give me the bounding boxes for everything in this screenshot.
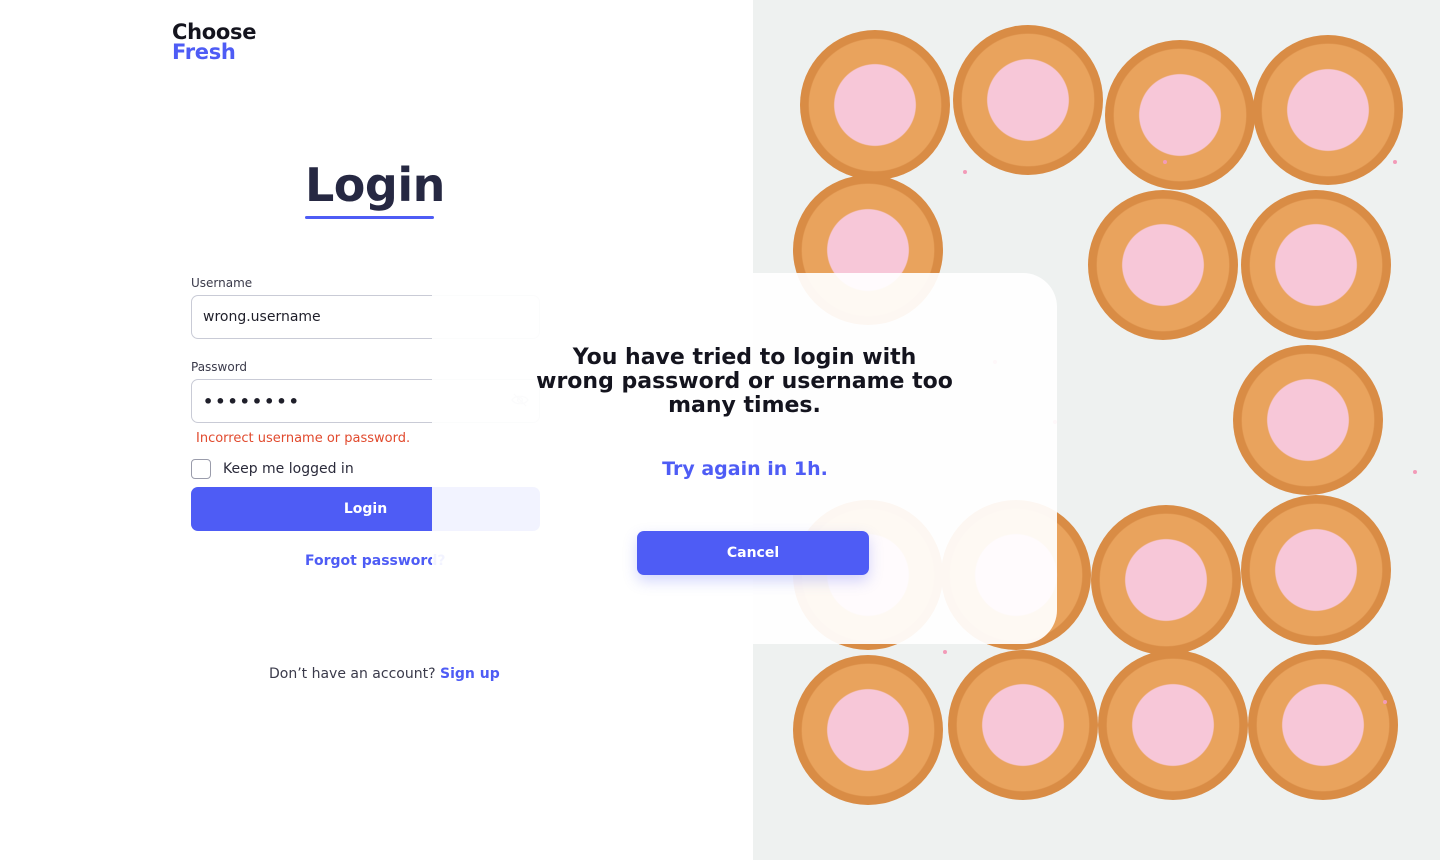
title-underline [305, 216, 434, 219]
cake-image [1253, 35, 1403, 185]
sprinkle [1393, 160, 1397, 164]
retry-timer-text: Try again in 1h. [662, 458, 828, 480]
lockout-message: You have tried to login with wrong passw… [536, 345, 953, 418]
sprinkle [1413, 470, 1417, 474]
cake-image [953, 25, 1103, 175]
sprinkle [1383, 700, 1387, 704]
cake-image [948, 650, 1098, 800]
page-title: Login [305, 158, 445, 212]
cake-image [1098, 650, 1248, 800]
cake-image [793, 655, 943, 805]
brand-logo[interactable]: Choose Fresh [172, 20, 257, 64]
signup-prompt: Don’t have an account? Sign up [269, 666, 500, 682]
cake-image [800, 30, 950, 180]
brand-logo-line2: Fresh [172, 40, 236, 64]
username-label: Username [191, 276, 253, 290]
cancel-button[interactable]: Cancel [637, 531, 869, 575]
cake-image [1091, 505, 1241, 655]
password-label: Password [191, 360, 248, 374]
cake-image [1088, 190, 1238, 340]
remember-me-label[interactable]: Keep me logged in [223, 461, 354, 477]
cake-image [1248, 650, 1398, 800]
login-error-message: Incorrect username or password. [196, 431, 411, 446]
cake-image [1241, 495, 1391, 645]
cake-image [1105, 40, 1255, 190]
cake-image [1241, 190, 1391, 340]
brand-logo-line1: Choose [172, 20, 257, 44]
sprinkle [943, 650, 947, 654]
cake-image [1233, 345, 1383, 495]
sprinkle [1163, 160, 1167, 164]
forgot-password-link[interactable]: Forgot password? [305, 553, 445, 569]
remember-me-checkbox[interactable] [191, 459, 211, 479]
signup-prompt-text: Don’t have an account? [269, 666, 436, 682]
sprinkle [963, 170, 967, 174]
signup-link[interactable]: Sign up [440, 666, 500, 682]
